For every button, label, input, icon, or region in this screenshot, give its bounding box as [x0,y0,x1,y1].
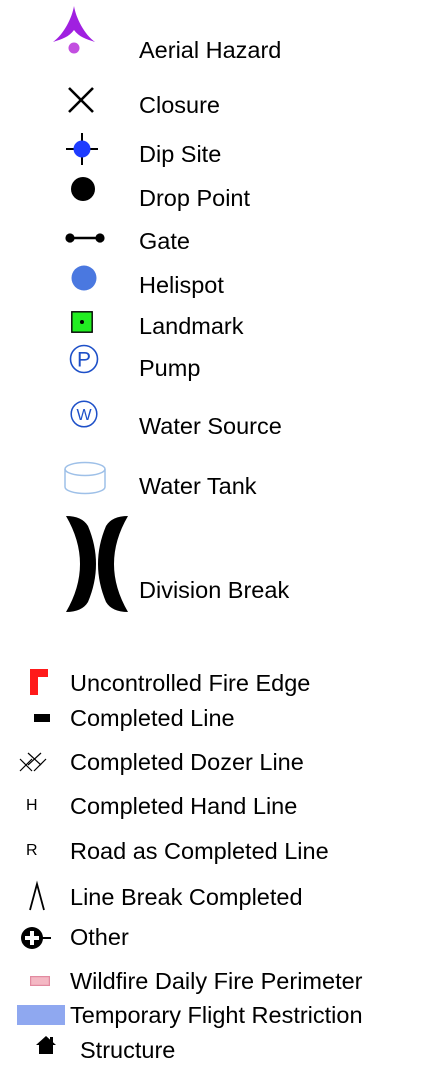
legend-label: Water Tank [139,473,257,499]
legend-row-helispot: Helispot [0,265,448,310]
legend-label: Landmark [139,313,244,339]
legend-row-drop-point: Drop Point [0,175,448,220]
water-tank-cylinder-icon [63,461,107,497]
line-break-caret-icon [29,880,45,911]
gate-icon [65,232,105,244]
legend-label: Wildfire Daily Fire Perimeter [70,968,363,994]
legend-row-completed-hand-line: H Completed Hand Line [0,784,448,826]
legend-row-dip-site: Dip Site [0,130,448,175]
svg-text:P: P [77,349,91,372]
closure-x-icon [67,86,95,114]
legend-row-temporary-flight-restriction: Temporary Flight Restriction [0,998,448,1032]
legend-row-line-break-completed: Line Break Completed [0,870,448,916]
legend-label: Division Break [139,577,290,603]
legend-label: Pump [139,355,201,381]
legend-row-water-tank: Water Tank [0,455,448,510]
legend-row-completed-dozer-line: Completed Dozer Line [0,738,448,784]
completed-line-dash-icon [34,714,50,722]
legend-row-pump: P Pump [0,340,448,390]
tfr-swatch-icon [17,1005,65,1025]
legend-row-aerial-hazard: Aerial Hazard [0,0,448,80]
legend-label: Dip Site [139,141,222,167]
hand-line-h-icon: H [26,797,38,814]
drop-point-dot-icon [70,176,96,202]
legend-row-road-as-completed-line: R Road as Completed Line [0,826,448,870]
legend-label: Gate [139,228,190,254]
legend-label: Closure [139,92,220,118]
legend-label: Helispot [139,272,224,298]
legend-row-gate: Gate [0,220,448,265]
legend-row-division-break: Division Break [0,510,448,620]
legend-label: Completed Hand Line [70,793,298,819]
legend-label: Structure [80,1037,176,1063]
helispot-dot-icon [71,265,97,291]
legend-row-closure: Closure [0,80,448,130]
legend-label: Line Break Completed [70,884,303,910]
pump-circle-p-icon: P [69,344,99,374]
legend-row-water-source: W Water Source [0,390,448,455]
legend-row-wildfire-daily-fire-perimeter: Wildfire Daily Fire Perimeter [0,958,448,998]
dozer-line-xx-icon [19,752,47,772]
water-source-circle-w-icon: W [70,400,98,428]
legend-label: Drop Point [139,185,251,211]
road-line-r-icon: R [26,842,38,859]
legend-label: Road as Completed Line [70,838,329,864]
legend-label: Completed Dozer Line [70,749,304,775]
legend-label: Water Source [139,413,282,439]
legend-row-other: Other [0,916,448,958]
legend-row-structure: Structure [0,1032,448,1073]
uncontrolled-fire-edge-icon [30,669,48,695]
legend-label: Uncontrolled Fire Edge [70,670,311,696]
legend-row-completed-line: Completed Line [0,700,448,738]
other-circle-plus-icon [20,926,52,950]
map-legend: Aerial Hazard Closure Dip Site Drop Poin… [0,0,448,1073]
legend-label: Aerial Hazard [139,37,282,63]
landmark-square-icon [71,311,93,333]
structure-house-icon [36,1036,56,1054]
division-break-brackets-icon [64,514,130,614]
dip-site-crosshair-icon [66,133,98,165]
svg-text:W: W [76,407,92,424]
legend-row-landmark: Landmark [0,310,448,340]
legend-row-uncontrolled-fire-edge: Uncontrolled Fire Edge [0,660,448,700]
legend-label: Completed Line [70,705,235,731]
legend-label: Temporary Flight Restriction [70,1002,363,1028]
fire-perimeter-swatch-icon [30,976,50,987]
aerial-hazard-icon [52,4,96,54]
legend-label: Other [70,924,129,950]
